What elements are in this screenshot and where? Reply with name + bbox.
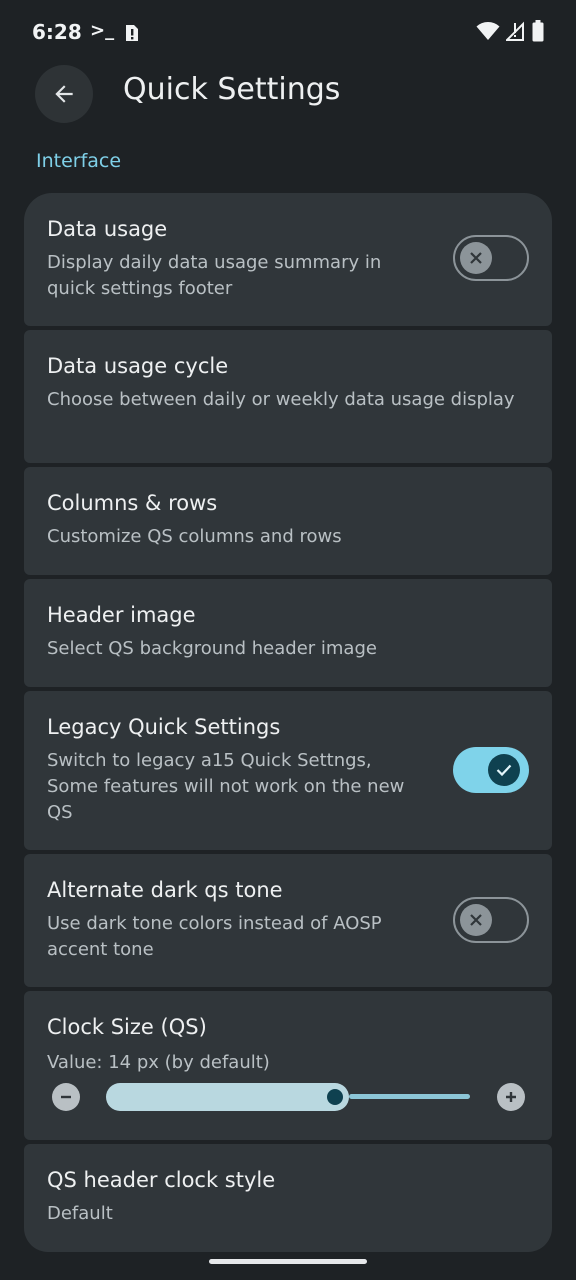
setting-subtitle: Customize QS columns and rows <box>47 526 342 547</box>
setting-data-usage-cycle[interactable]: Data usage cycle Choose between daily or… <box>24 330 552 463</box>
setting-qs-header-clock-style[interactable]: QS header clock style Default <box>24 1144 552 1252</box>
setting-header-image[interactable]: Header image Select QS background header… <box>24 579 552 687</box>
setting-title: Legacy Quick Settings <box>47 715 281 739</box>
gesture-nav-handle[interactable] <box>209 1259 367 1264</box>
setting-legacy-quick-settings[interactable]: Legacy Quick Settings Switch to legacy a… <box>24 691 552 850</box>
setting-value-text: Value: 14 px (by default) <box>47 1052 270 1073</box>
setting-subtitle: Use dark tone colors instead of AOSP acc… <box>47 913 382 960</box>
setting-alternate-dark-qs-tone[interactable]: Alternate dark qs tone Use dark tone col… <box>24 854 552 987</box>
alert-icon <box>124 24 140 46</box>
legacy-qs-toggle[interactable] <box>453 747 529 793</box>
app-bar: Quick Settings <box>0 64 576 124</box>
wifi-icon <box>476 21 500 45</box>
data-usage-toggle[interactable] <box>453 235 529 281</box>
toggle-knob <box>460 242 492 274</box>
toggle-knob <box>488 754 520 786</box>
setting-title: Data usage <box>47 217 168 241</box>
page-title: Quick Settings <box>123 72 341 107</box>
setting-columns-rows[interactable]: Columns & rows Customize QS columns and … <box>24 467 552 575</box>
check-icon <box>496 764 512 777</box>
increase-button[interactable] <box>497 1083 525 1111</box>
toggle-knob <box>460 904 492 936</box>
clock-size-slider <box>24 1077 552 1117</box>
section-header-interface: Interface <box>36 150 122 172</box>
battery-icon <box>532 20 544 46</box>
setting-title: Header image <box>47 603 196 627</box>
close-icon <box>470 914 482 926</box>
setting-title: Alternate dark qs tone <box>47 878 283 902</box>
slider-track-active[interactable] <box>106 1083 350 1111</box>
setting-data-usage[interactable]: Data usage Display daily data usage summ… <box>24 193 552 326</box>
minus-icon <box>61 1095 71 1099</box>
setting-title: Columns & rows <box>47 491 218 515</box>
setting-subtitle: Switch to legacy a15 Quick Settngs, Some… <box>47 750 405 823</box>
setting-subtitle: Choose between daily or weekly data usag… <box>47 389 515 410</box>
close-icon <box>470 252 482 264</box>
plus-icon <box>506 1092 516 1102</box>
setting-clock-size: Clock Size (QS) Value: 14 px (by default… <box>24 991 552 1140</box>
signal-icon <box>504 21 526 45</box>
dark-tone-toggle[interactable] <box>453 897 529 943</box>
setting-subtitle: Select QS background header image <box>47 638 377 659</box>
decrease-button[interactable] <box>52 1083 80 1111</box>
status-icons <box>476 20 544 46</box>
setting-title: Clock Size (QS) <box>47 1015 207 1039</box>
arrow-back-icon <box>55 85 73 103</box>
setting-subtitle: Default <box>47 1203 113 1224</box>
terminal-icon: >_ <box>90 20 115 41</box>
status-bar: 6:28 >_ <box>0 0 576 64</box>
setting-subtitle: Display daily data usage summary in quic… <box>47 252 382 299</box>
setting-title: QS header clock style <box>47 1168 276 1192</box>
status-time: 6:28 <box>32 20 82 44</box>
slider-track-inactive[interactable] <box>349 1094 470 1099</box>
setting-title: Data usage cycle <box>47 354 229 378</box>
back-button[interactable] <box>35 65 93 123</box>
